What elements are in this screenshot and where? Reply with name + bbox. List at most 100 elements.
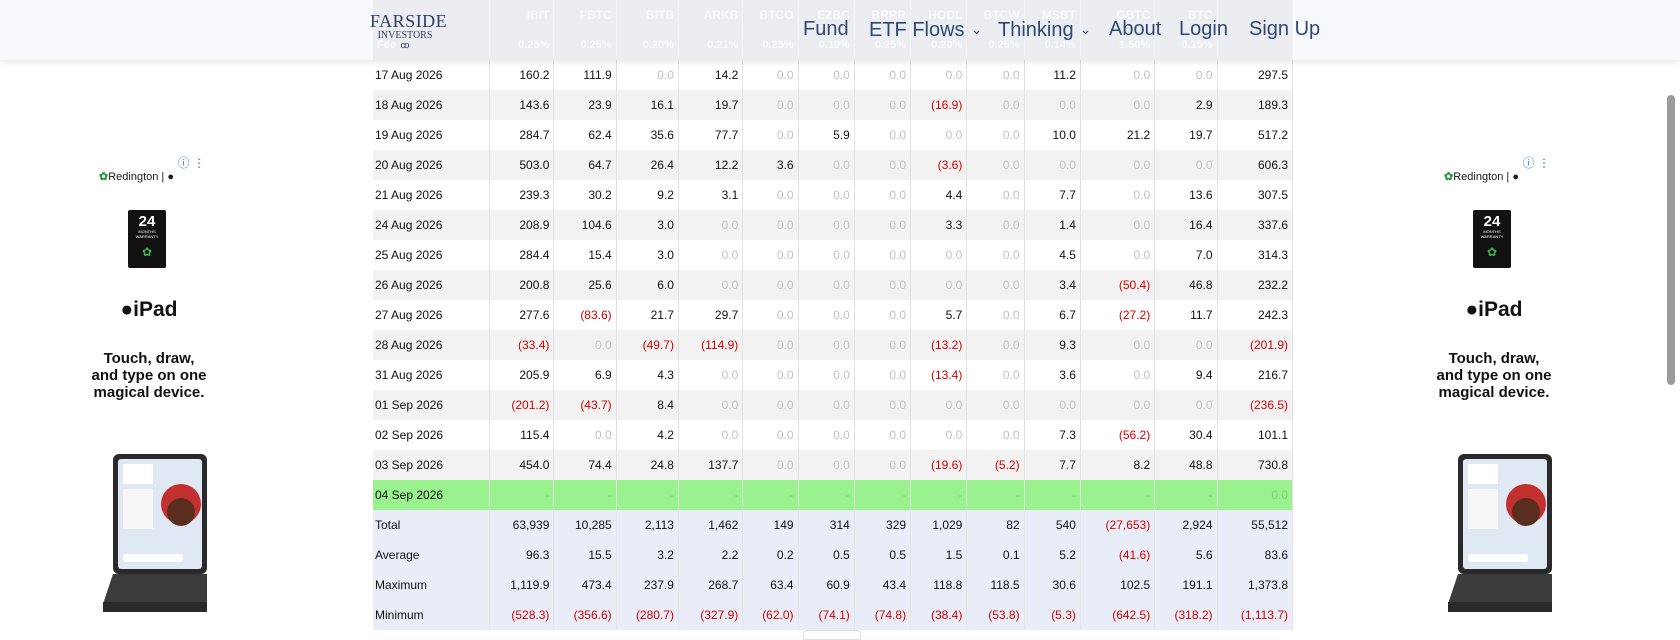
summary-cell: 60.9 [798,570,855,600]
summary-cell: 191.1 [1154,570,1218,600]
summary-cell: (74.1) [798,600,855,630]
ad-brand: ✿Redington | ● [99,171,175,183]
flow-cell: - [1080,480,1156,510]
flow-cell: 3.6 [742,150,799,180]
ad-brand-label: Redington [1453,171,1504,183]
flow-cell: - [1024,480,1081,510]
flow-cell: 0.0 [798,390,855,420]
flow-cell: 307.5 [1217,180,1294,210]
summary-cell: (38.4) [910,600,968,630]
summary-cell: (528.3) [489,600,555,630]
nav-fund[interactable]: Fund [803,17,849,41]
summary-cell: 0.2 [742,540,799,570]
flow-cell: 0.0 [798,360,855,390]
date-cell: 01 Sep 2026 [373,390,491,420]
summary-cell: 96.3 [489,540,555,570]
kebab-menu-icon[interactable]: ⋮ [1538,156,1550,170]
summary-row: Maximum 1,119.9 473.4 237.9 268.7 63.4 60.9 43.… [373,570,1294,600]
summary-cell: (280.7) [616,600,679,630]
flow-cell: 74.4 [553,450,617,480]
nav-about[interactable]: About [1109,17,1161,41]
flow-cell: 0.0 [742,60,799,90]
flow-cell: 730.8 [1217,450,1294,480]
date-cell: 25 Aug 2026 [373,240,491,270]
table-row: 24 Aug 2026 208.9 104.6 3.0 0.0 0.0 0.0 0.0 3.3 0… [373,210,1294,240]
flow-cell: 64.7 [553,150,617,180]
flow-cell: 0.0 [854,300,912,330]
flow-cell: 0.0 [1080,210,1156,240]
flow-cell: 3.6 [1024,360,1081,390]
date-cell: 21 Aug 2026 [373,180,491,210]
summary-cell: 1,373.8 [1217,570,1294,600]
summary-cell: 3.2 [616,540,679,570]
warranty-box: 24 MONTHS WARRANTY ✿ [128,210,166,268]
flow-cell: 0.0 [742,300,799,330]
left-ad-banner[interactable]: ⓘ ⋮ ✿Redington | ● 24 MONTHS WARRANTY ✿ … [91,152,207,612]
flow-cell: 0.0 [798,270,855,300]
kebab-menu-icon[interactable]: ⋮ [193,156,205,170]
flow-cell: 7.0 [1154,240,1218,270]
table-row: 26 Aug 2026 200.8 25.6 6.0 0.0 0.0 0.0 0.0 0.0 0.… [373,270,1294,300]
flow-cell: 0.0 [742,420,799,450]
nav-sign-up[interactable]: Sign Up [1249,17,1320,41]
flow-cell: (83.6) [553,300,617,330]
leaf-icon: ✿ [141,245,153,259]
summary-cell: 30.6 [1024,570,1081,600]
summary-cell: (53.8) [966,600,1025,630]
flow-cell: 23.9 [553,90,617,120]
flow-cell: 4.4 [910,180,968,210]
flow-cell: 16.1 [616,90,679,120]
flow-cell: 160.2 [489,60,555,90]
flow-cell: 0.0 [553,330,617,360]
table-row: 17 Aug 2026 160.2 111.9 0.0 14.2 0.0 0.0 0.0 0.0… [373,60,1294,90]
flow-cell: 0.0 [742,210,799,240]
date-cell: 18 Aug 2026 [373,90,491,120]
flow-cell: 3.1 [678,180,744,210]
flow-cell: 0.0 [742,390,799,420]
farside-logo[interactable]: FARSIDE INVESTORS ꝏ [370,12,447,50]
flow-cell: 8.4 [616,390,679,420]
flow-cell: - [798,480,855,510]
flow-cell: 9.2 [616,180,679,210]
table-row: 25 Aug 2026 284.4 15.4 3.0 0.0 0.0 0.0 0.0 0.0 0.… [373,240,1294,270]
flow-cell: 0.0 [854,240,912,270]
flow-cell: 0.0 [966,270,1025,300]
date-cell: 20 Aug 2026 [373,150,491,180]
flow-cell: 0.0 [1154,60,1218,90]
date-cell: 28 Aug 2026 [373,330,491,360]
summary-cell: (1,113.7) [1217,600,1294,630]
summary-cell: 314 [798,510,855,540]
flow-cell: 314.3 [1217,240,1294,270]
flow-cell: (33.4) [489,330,555,360]
ad-brand-label: Redington [108,171,159,183]
flow-cell: 0.0 [910,420,968,450]
nav-thinking[interactable]: Thinking ⌄ [998,17,1091,42]
right-ad-banner[interactable]: ⓘ ⋮ ✿Redington | ● 24 MONTHS WARRANTY ✿ … [1436,152,1552,612]
flow-cell: (50.4) [1080,270,1156,300]
flow-cell: 7.7 [1024,180,1081,210]
info-icon[interactable]: ⓘ ⋮ [1523,154,1550,171]
flow-cell: 0.0 [1154,330,1218,360]
horizontal-scroll-handle[interactable] [803,630,861,640]
flow-cell: 0.0 [1080,360,1156,390]
summary-label: Maximum [373,570,491,600]
vertical-scrollbar-thumb[interactable] [1667,95,1675,385]
flow-cell: 277.6 [489,300,555,330]
nav-login[interactable]: Login [1179,17,1228,41]
flow-cell: 0.0 [678,270,744,300]
flow-cell: 24.8 [616,450,679,480]
nav-etf-flows[interactable]: ETF Flows ⌄ [869,17,982,42]
flow-cell: 0.0 [742,120,799,150]
summary-cell: 1,029 [910,510,968,540]
flow-cell: 297.5 [1217,60,1294,90]
flow-cell: 0.0 [966,180,1025,210]
warranty-number: 24 [138,213,156,230]
leaf-icon: ✿ [1486,245,1498,259]
ipad-keyboard-image [1448,454,1552,612]
flow-cell: 29.7 [678,300,744,330]
flow-cell: 0.0 [1154,150,1218,180]
flow-cell: 0.0 [742,90,799,120]
info-icon[interactable]: ⓘ ⋮ [178,154,205,171]
summary-cell: 237.9 [616,570,679,600]
flow-cell: 0.0 [966,150,1025,180]
